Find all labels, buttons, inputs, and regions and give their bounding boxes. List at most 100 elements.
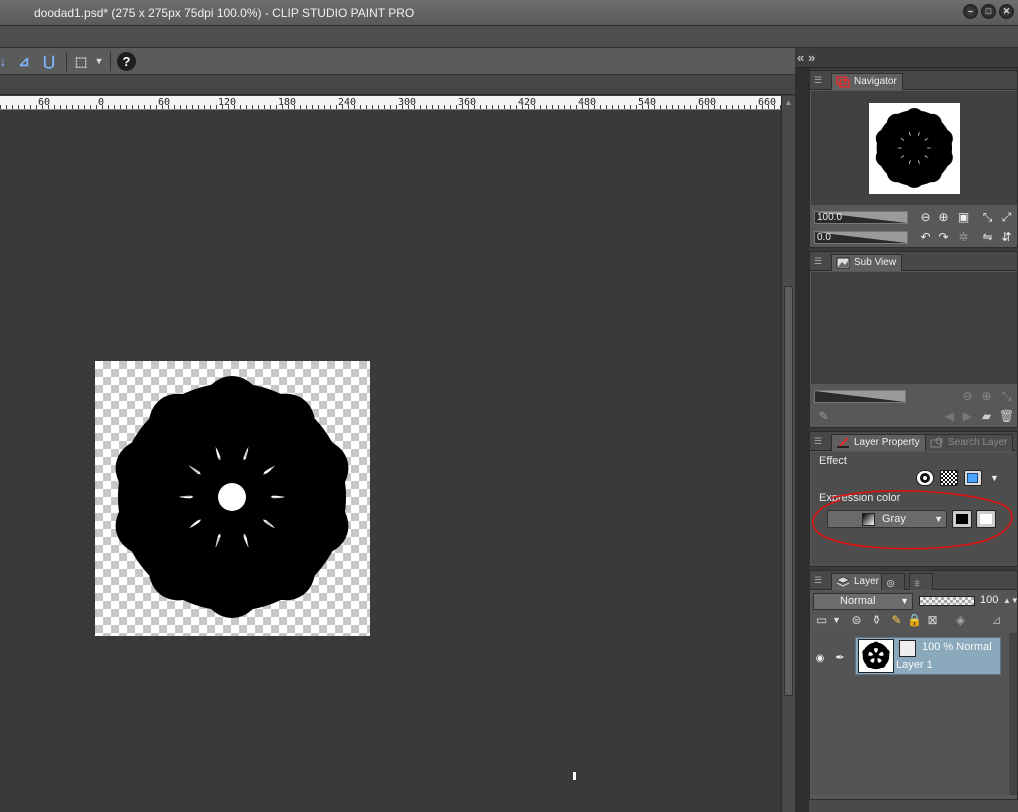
navigator-tabs: ☰ Navigator	[810, 71, 1017, 90]
expand-right-icon[interactable]: »	[808, 50, 815, 65]
cursor-marker	[573, 772, 576, 780]
zoom-slider[interactable]: 100.0	[814, 211, 908, 224]
effect-label: Effect	[819, 455, 847, 467]
chevron-down-icon[interactable]: ▼	[829, 613, 844, 628]
title-bar: doodad1.psd* (275 x 275px 75dpi 100.0%) …	[0, 0, 1018, 26]
layer-bottom-toolbar	[809, 800, 1018, 812]
rotation-slider[interactable]: 0.0	[814, 231, 908, 244]
visibility-eye-icon[interactable]: ◉	[813, 653, 827, 665]
curve-tool-icon[interactable]: ⊿	[15, 53, 33, 70]
mask-icon[interactable]: ◈	[953, 613, 968, 628]
window-title: doodad1.psd* (275 x 275px 75dpi 100.0%) …	[34, 6, 415, 20]
fit-navigator-icon[interactable]: ⤢	[999, 210, 1014, 225]
next-icon[interactable]: ▶	[960, 409, 975, 424]
eyedropper-icon[interactable]: ✎	[816, 409, 831, 424]
opacity-stepper-icon[interactable]: ▲▼	[1003, 593, 1018, 608]
sub-view-zoom-slider[interactable]	[814, 390, 906, 403]
layer-list: ◉ ✒ 100 % Normal Layer 1	[811, 633, 1017, 795]
flip-vertical-icon[interactable]: ⇵	[999, 230, 1014, 245]
lock-icon[interactable]: 🔒	[907, 613, 922, 628]
blend-mode-dropdown[interactable]: Normal ▼	[813, 593, 913, 610]
layer-row[interactable]: 100 % Normal Layer 1	[855, 637, 1001, 675]
zoom-row: 100.0 ⊖ ⊕ ▣ ⤡ ⤢	[814, 210, 1014, 225]
help-button[interactable]: ?	[117, 52, 136, 71]
fit-actual-size-icon[interactable]: ▣	[956, 210, 971, 225]
lock-transparency-icon[interactable]: ⊠	[925, 613, 940, 628]
sub-color-button[interactable]	[976, 510, 996, 528]
flip-horizontal-icon[interactable]: ⇋	[980, 230, 995, 245]
rotate-left-icon[interactable]: ↶	[918, 230, 933, 245]
sub-view-canvas[interactable]	[811, 272, 1017, 384]
layer-color-swatch-icon[interactable]: ▭	[814, 613, 829, 628]
ruler-snap-icon[interactable]: ⋃	[40, 53, 58, 70]
zoom-out-icon[interactable]: ⊖	[960, 389, 975, 404]
close-button[interactable]: ✕	[999, 4, 1014, 19]
layer-list-scrollbar[interactable]	[1009, 633, 1017, 795]
minimize-button[interactable]: –	[963, 4, 978, 19]
zoom-in-icon[interactable]: ⊕	[979, 389, 994, 404]
panel-menu-icon[interactable]: ☰	[814, 436, 824, 446]
toolbar-separator	[66, 52, 67, 71]
zoom-in-icon[interactable]: ⊕	[936, 210, 951, 225]
collapse-left-icon[interactable]: «	[797, 50, 804, 65]
fit-window-icon[interactable]: ⤡	[980, 210, 995, 225]
layer-name: Layer 1	[896, 659, 933, 671]
opacity-slider[interactable]	[919, 596, 975, 606]
scrollbar-thumb[interactable]	[784, 286, 793, 696]
opacity-value[interactable]: 100	[980, 594, 998, 606]
undo-arrow-icon[interactable]: ↓	[0, 53, 12, 70]
main-color-button[interactable]	[952, 510, 972, 528]
border-effect-button[interactable]	[916, 470, 934, 486]
history-icon: ⩨	[914, 578, 921, 590]
tab-layer-property[interactable]: Layer Property	[831, 434, 926, 451]
panel-menu-icon[interactable]: ☰	[814, 75, 824, 85]
expression-color-dropdown[interactable]: Gray ▼	[827, 510, 947, 528]
chevron-down-icon: ▼	[934, 514, 943, 524]
tab-navigator[interactable]: Navigator	[831, 73, 903, 90]
layer-color-button[interactable]	[964, 470, 982, 486]
layer-property-icon	[837, 437, 849, 449]
menu-bar	[0, 26, 1018, 48]
navigator-panel: ☰ Navigator 100.0 ⊖ ⊕ ▣ ⤡ ⤢ 0.0 ↶ ↷ ✲ ⇋ …	[809, 70, 1018, 248]
previous-icon[interactable]: ◀	[942, 409, 957, 424]
rotation-value: 0.0	[817, 232, 831, 243]
blend-mode-value: Normal	[840, 595, 876, 607]
trash-icon[interactable]: 🗑	[999, 409, 1014, 424]
scroll-up-icon[interactable]: ▲	[784, 98, 793, 107]
zoom-value: 100.0	[817, 212, 843, 223]
chevron-down-icon[interactable]: ▼	[90, 53, 108, 70]
tab-animation[interactable]: ⊚	[881, 573, 905, 590]
maximize-button[interactable]: □	[981, 4, 996, 19]
sub-view-tabs: ☰ Sub View	[810, 252, 1017, 271]
layer-property-body: Effect ▼ Expression color Gray ▼	[811, 452, 1017, 566]
expression-color-value: Gray	[882, 513, 906, 525]
tab-search-layer[interactable]: Search Layer	[925, 434, 1014, 451]
open-folder-icon[interactable]: ▰	[979, 409, 994, 424]
selection-area-icon[interactable]: ⬚	[72, 53, 90, 70]
tab-layer[interactable]: Layer	[831, 573, 886, 590]
tab-history[interactable]: ⩨	[909, 573, 933, 590]
panel-menu-icon[interactable]: ☰	[814, 256, 824, 266]
reset-rotation-icon[interactable]: ✲	[956, 230, 971, 245]
clip-icon[interactable]: ⊜	[849, 613, 864, 628]
tone-effect-button[interactable]	[940, 470, 958, 486]
dock-divider[interactable]	[795, 48, 809, 812]
edit-pen-icon[interactable]: ✒	[833, 651, 847, 667]
layer-property-panel: ☰ Layer Property Search Layer Effect ▼ E…	[809, 431, 1018, 567]
fit-icon[interactable]: ⤡	[999, 389, 1014, 404]
canvas-tab-strip	[0, 75, 795, 95]
ruler-icon[interactable]: ⊿	[989, 613, 1004, 628]
document-canvas[interactable]	[95, 361, 370, 636]
draft-icon[interactable]: ✎	[889, 613, 904, 628]
reference-icon[interactable]: ⚱	[869, 613, 884, 628]
canvas-vertical-scrollbar[interactable]: ▲	[781, 96, 795, 812]
film-icon: ⊚	[886, 578, 896, 590]
navigator-preview[interactable]	[811, 91, 1017, 205]
tab-sub-view[interactable]: Sub View	[831, 254, 903, 271]
panel-menu-icon[interactable]: ☰	[814, 575, 824, 585]
rotation-row: 0.0 ↶ ↷ ✲ ⇋ ⇵	[814, 230, 1014, 245]
tab-layer-property-label: Layer Property	[854, 437, 920, 448]
rotate-right-icon[interactable]: ↷	[936, 230, 951, 245]
chevron-down-icon[interactable]: ▼	[987, 471, 1002, 486]
zoom-out-icon[interactable]: ⊖	[918, 210, 933, 225]
